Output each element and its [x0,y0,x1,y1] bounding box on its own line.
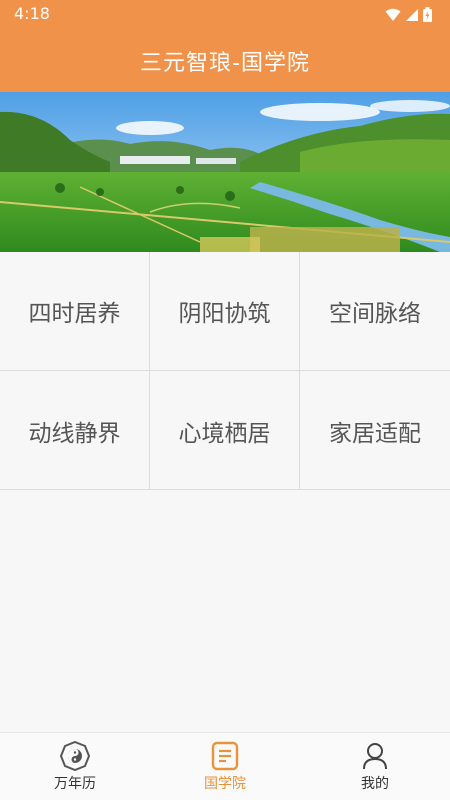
tab-calendar[interactable]: 万年历 [0,733,150,800]
menu-item-sishi-juyang[interactable]: 四时居养 [0,252,150,371]
status-bar: 4:18 [0,0,450,30]
menu-item-jiaju-shipei[interactable]: 家居适配 [300,371,450,490]
book-icon [211,741,239,770]
menu-item-dongxian-jingjie[interactable]: 动线静界 [0,371,150,490]
bottom-tab-bar: 万年历 国学院 我的 [0,732,450,800]
menu-item-xinjing-qiju[interactable]: 心境栖居 [150,371,300,490]
bagua-icon [60,740,90,771]
tab-label: 我的 [361,775,389,792]
banner-carousel[interactable] [0,92,450,252]
app-bar: 三元智琅-国学院 [0,30,450,92]
feature-menu-grid: 四时居养 阴阳协筑 空间脉络 动线静界 心境栖居 家居适配 [0,252,450,490]
tab-mine[interactable]: 我的 [300,733,450,800]
tab-guoxueyuan[interactable]: 国学院 [150,733,300,800]
person-icon [363,742,387,769]
menu-item-yinyang-xiezhu[interactable]: 阴阳协筑 [150,252,300,371]
signal-icon [406,8,418,21]
menu-item-kongjian-mailuo[interactable]: 空间脉络 [300,252,450,371]
tab-label: 国学院 [204,775,246,792]
tab-label: 万年历 [54,775,96,792]
battery-icon [423,7,432,22]
page-title: 三元智琅-国学院 [140,51,310,76]
status-icons [385,7,432,22]
banner-landscape-image [0,92,450,252]
status-time: 4:18 [14,4,50,23]
wifi-icon [385,8,401,21]
